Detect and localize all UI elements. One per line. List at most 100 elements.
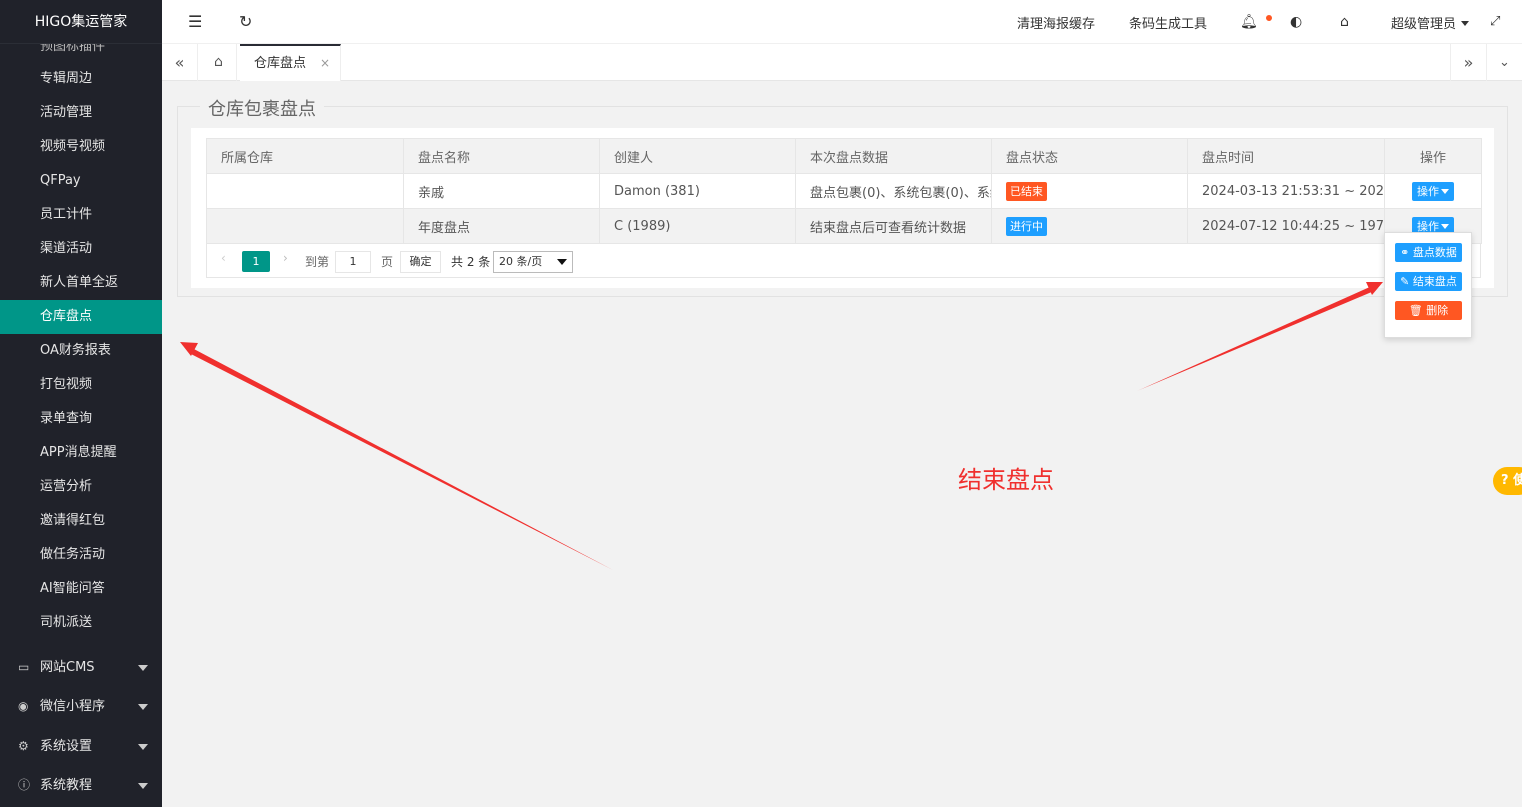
column-header: 盘点名称 [403, 138, 600, 174]
caret-down-icon [1441, 188, 1449, 194]
tab-label: 仓库盘点 [254, 56, 307, 71]
tabs-scroll-left-icon[interactable]: « [162, 44, 198, 81]
pagination: ‹ 1 › 到第 1 页 确定 共 2 条 20 条/页 [206, 243, 1481, 278]
refresh-icon[interactable]: ↻ [239, 12, 252, 31]
caret-down-icon [1461, 21, 1470, 26]
next-page-icon[interactable]: › [283, 251, 288, 265]
table-row: 年度盘点 C (1989) 结束盘点后可查看统计数据 进行中 2024-07-1… [206, 208, 1482, 244]
user-menu[interactable]: 超级管理员 [1391, 13, 1470, 32]
sidebar-item-task-activity[interactable]: 做任务活动 [0, 538, 162, 572]
close-icon[interactable]: × [320, 46, 330, 81]
cell-time: 2024-03-13 21:53:31 ~ 2024-06- [1187, 173, 1385, 209]
wechat-icon: ◉ [18, 699, 29, 713]
sidebar-item-plugin[interactable]: 预图标插件 [0, 44, 162, 62]
clear-poster-cache-link[interactable]: 清理海报缓存 [1017, 13, 1095, 32]
operation-dropdown: ⚭ 盘点数据 ✎ 结束盘点 🗑︎ 删除 [1384, 232, 1472, 338]
cell-status: 已结束 [991, 173, 1188, 209]
sidebar-item-invite-redpacket[interactable]: 邀请得红包 [0, 504, 162, 538]
goto-confirm-button[interactable]: 确定 [400, 251, 441, 273]
stocktake-table: 所属仓库 盘点名称 创建人 本次盘点数据 盘点状态 盘点时间 操作 亲戚 Dam… [206, 138, 1482, 244]
sidebar-group-label: 网站CMS [40, 660, 95, 675]
sidebar-group-settings[interactable]: ⚙ 系统设置 [0, 727, 162, 766]
page-unit-label: 页 [381, 255, 394, 269]
sidebar-item-activity[interactable]: 活动管理 [0, 96, 162, 130]
delete-button[interactable]: 🗑︎ 删除 [1395, 301, 1462, 320]
arrow-to-end-button [1137, 286, 1374, 391]
table-row: 亲戚 Damon (381) 盘点包裹(0)、系统包裹(0)、系统盘 已结束 2… [206, 173, 1482, 209]
stocktake-panel: 仓库包裹盘点 所属仓库 盘点名称 创建人 本次盘点数据 盘点状态 盘点时间 操作 [177, 95, 1508, 297]
bell-icon[interactable]: 🔔︎ [1240, 14, 1258, 30]
cell-creator: Damon (381) [599, 173, 796, 209]
column-header: 操作 [1384, 138, 1482, 174]
end-stocktake-button[interactable]: ✎ 结束盘点 [1395, 272, 1462, 291]
column-header: 盘点状态 [991, 138, 1188, 174]
theme-icon[interactable]: ◐ [1290, 14, 1302, 30]
sidebar-group-tutorial[interactable]: ⓘ 系统教程 [0, 766, 162, 805]
column-header: 所属仓库 [206, 138, 404, 174]
page-size-select[interactable]: 20 条/页 [493, 251, 573, 273]
notification-dot [1266, 15, 1272, 21]
home-icon[interactable]: ⌂ [201, 44, 237, 81]
sidebar-item-piecework[interactable]: 员工计件 [0, 198, 162, 232]
goto-label: 到第 [305, 255, 330, 269]
barcode-tool-link[interactable]: 条码生成工具 [1129, 13, 1207, 32]
sidebar-group-wechat[interactable]: ◉ 微信小程序 [0, 687, 162, 726]
sidebar-menu: 预图标插件 专辑周边 活动管理 视频号视频 QFPay 员工计件 渠道活动 新人… [0, 44, 162, 640]
operation-button[interactable]: 操作 [1412, 181, 1454, 201]
sidebar-group-label: 微信小程序 [40, 699, 106, 714]
sidebar-item-order-query[interactable]: 录单查询 [0, 402, 162, 436]
tabs-menu-chevron-icon[interactable]: ⌄ [1486, 44, 1522, 81]
sidebar-item-channel-activity[interactable]: 渠道活动 [0, 232, 162, 266]
help-button[interactable]: ? 使 [1493, 467, 1522, 495]
chevron-down-icon [138, 704, 148, 710]
operation-label: 操作 [1417, 184, 1439, 198]
sidebar-group-cms[interactable]: ▭ 网站CMS [0, 648, 162, 687]
edit-icon: ✎ [1400, 275, 1413, 288]
dropdown-item-label: 结束盘点 [1412, 275, 1457, 288]
fullscreen-icon[interactable]: ⤢ [1490, 14, 1500, 29]
chevron-down-icon [138, 744, 148, 750]
trash-icon: 🗑︎ [1408, 304, 1427, 317]
table-card: 所属仓库 盘点名称 创建人 本次盘点数据 盘点状态 盘点时间 操作 亲戚 Dam… [191, 128, 1494, 288]
tag-icon[interactable]: ⌂ [1340, 14, 1349, 30]
dropdown-item-label: 盘点数据 [1412, 246, 1457, 259]
cell-data: 结束盘点后可查看统计数据 [795, 208, 992, 244]
goto-page-input[interactable]: 1 [335, 251, 371, 273]
sidebar-item-album[interactable]: 专辑周边 [0, 62, 162, 96]
total-count: 共 2 条 [451, 255, 491, 269]
tab-warehouse-stocktake[interactable]: 仓库盘点 × [240, 44, 341, 81]
sidebar-item-qfpay[interactable]: QFPay [0, 164, 162, 198]
arrow-to-sidebar [189, 348, 613, 570]
menu-collapse-icon[interactable]: ☰ [188, 12, 202, 31]
app-logo: HIGO集运管家 [0, 0, 162, 44]
sidebar-item-pack-video[interactable]: 打包视频 [0, 368, 162, 402]
sidebar-item-ops-analysis[interactable]: 运营分析 [0, 470, 162, 504]
sidebar-item-oa-finance[interactable]: OA财务报表 [0, 334, 162, 368]
page-size-value: 20 条/页 [499, 255, 543, 268]
cell-creator: C (1989) [599, 208, 796, 244]
arrowhead-sidebar [180, 342, 198, 356]
annotation-label: 结束盘点 [958, 466, 1054, 494]
sidebar: HIGO集运管家 预图标插件 专辑周边 活动管理 视频号视频 QFPay 员工计… [0, 0, 162, 807]
column-header: 盘点时间 [1187, 138, 1385, 174]
cell-warehouse [206, 173, 404, 209]
prev-page-icon[interactable]: ‹ [221, 251, 226, 265]
view-stocktake-data-button[interactable]: ⚭ 盘点数据 [1395, 243, 1462, 262]
tabs-scroll-right-icon[interactable]: » [1450, 44, 1486, 81]
chevron-down-icon [138, 783, 148, 789]
top-header: ☰ ↻ 清理海报缓存 条码生成工具 🔔︎ ◐ ⌂ 超级管理员 ⤢ [162, 0, 1522, 44]
sidebar-item-warehouse-stocktake[interactable]: 仓库盘点 [0, 300, 162, 334]
column-header: 本次盘点数据 [795, 138, 992, 174]
status-badge: 进行中 [1006, 216, 1047, 236]
sidebar-item-app-notify[interactable]: APP消息提醒 [0, 436, 162, 470]
cell-warehouse [206, 208, 404, 244]
chevron-down-icon [138, 665, 148, 671]
sidebar-item-video-channel[interactable]: 视频号视频 [0, 130, 162, 164]
sidebar-group-label: 系统设置 [40, 739, 93, 754]
cell-data: 盘点包裹(0)、系统包裹(0)、系统盘 [795, 173, 992, 209]
page-current[interactable]: 1 [242, 251, 270, 272]
sidebar-item-ai-qa[interactable]: AI智能问答 [0, 572, 162, 606]
sidebar-item-driver-delivery[interactable]: 司机派送 [0, 606, 162, 640]
cell-name: 亲戚 [403, 173, 600, 209]
sidebar-item-new-user-refund[interactable]: 新人首单全返 [0, 266, 162, 300]
